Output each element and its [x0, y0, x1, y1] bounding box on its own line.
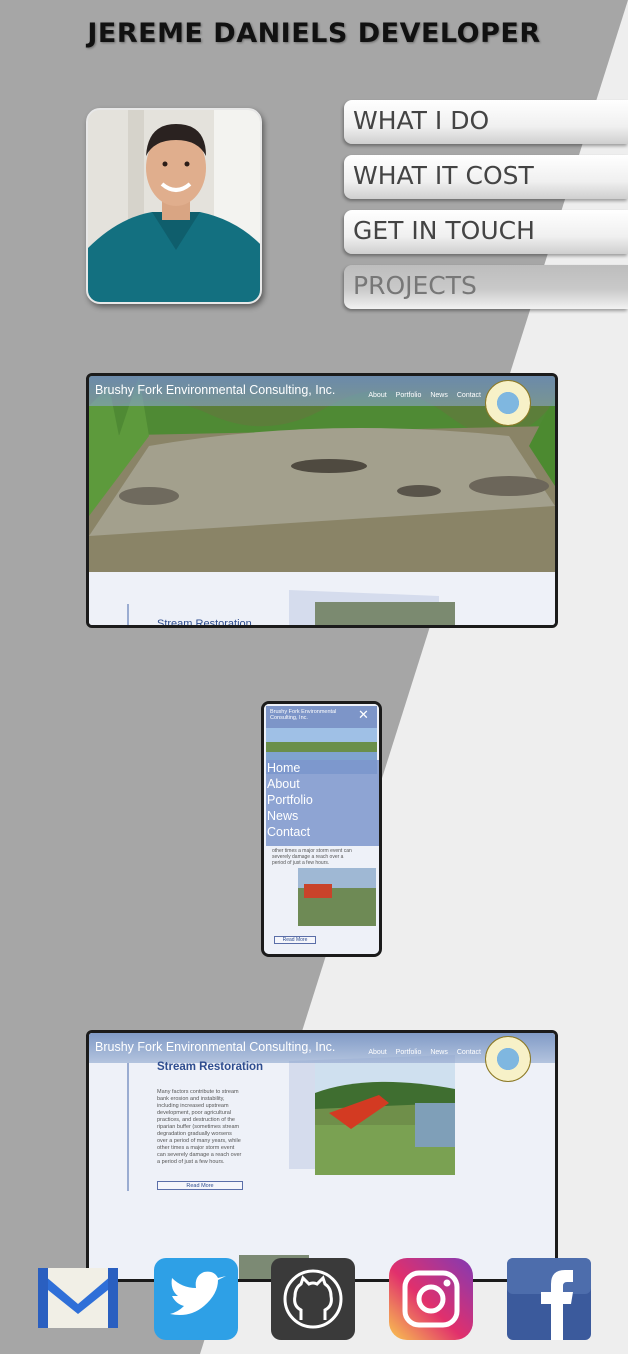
- site-link-about[interactable]: About: [368, 392, 386, 399]
- read-more-button[interactable]: Read More: [157, 1181, 243, 1190]
- nav-what-i-do[interactable]: WHAT I DO: [344, 100, 628, 144]
- mail-icon[interactable]: [36, 1258, 120, 1340]
- main-nav: WHAT I DO WHAT IT COST GET IN TOUCH PROJ…: [344, 100, 628, 320]
- nav-get-in-touch[interactable]: GET IN TOUCH: [344, 210, 628, 254]
- project-desktop-screenshot[interactable]: Brushy Fork Environmental Consulting, In…: [86, 373, 558, 628]
- site-link-news[interactable]: News: [430, 392, 448, 399]
- mobile-menu-about[interactable]: About: [266, 776, 379, 792]
- site-links: About Portfolio News Contact: [359, 1049, 481, 1056]
- section-title: Stream Restoration: [157, 1061, 264, 1073]
- project-mobile-screenshot[interactable]: Brushy Fork Environmental Consulting, In…: [261, 701, 382, 957]
- github-icon[interactable]: [271, 1258, 355, 1340]
- company-logo-icon: [485, 380, 531, 426]
- nav-projects[interactable]: PROJECTS: [344, 265, 628, 309]
- site-link-news[interactable]: News: [430, 1049, 448, 1056]
- site-link-portfolio[interactable]: Portfolio: [396, 1049, 422, 1056]
- twitter-icon[interactable]: [154, 1258, 238, 1340]
- mobile-menu: Home About Portfolio News Contact: [266, 760, 379, 846]
- mobile-body-text: other times a major storm event can seve…: [272, 848, 352, 866]
- mobile-menu-contact[interactable]: Contact: [266, 824, 379, 840]
- mobile-menu-news[interactable]: News: [266, 808, 379, 824]
- project-desktop-article-screenshot[interactable]: Brushy Fork Environmental Consulting, In…: [86, 1030, 558, 1282]
- site-link-contact[interactable]: Contact: [457, 1049, 481, 1056]
- article-body-text: Many factors contribute to stream bank e…: [157, 1089, 242, 1165]
- site-link-about[interactable]: About: [368, 1049, 386, 1056]
- site-link-contact[interactable]: Contact: [457, 392, 481, 399]
- mobile-menu-home[interactable]: Home: [266, 760, 379, 776]
- site-links: About Portfolio News Contact: [359, 392, 481, 399]
- close-icon[interactable]: ✕: [358, 708, 369, 723]
- instagram-icon[interactable]: [389, 1258, 473, 1340]
- site-link-portfolio[interactable]: Portfolio: [396, 392, 422, 399]
- section-title: Stream Restoration: [157, 618, 252, 628]
- mobile-site-name: Brushy Fork Environmental Consulting, In…: [270, 709, 337, 721]
- company-logo-icon: [485, 1036, 531, 1082]
- site-name: Brushy Fork Environmental Consulting, In…: [95, 383, 336, 397]
- facebook-icon[interactable]: [507, 1258, 591, 1340]
- nav-what-it-cost[interactable]: WHAT IT COST: [344, 155, 628, 199]
- page-title: JEREME DANIELS DEVELOPER: [87, 18, 541, 49]
- site-name: Brushy Fork Environmental Consulting, In…: [95, 1040, 336, 1054]
- mobile-menu-portfolio[interactable]: Portfolio: [266, 792, 379, 808]
- mobile-read-more-button[interactable]: Read More: [274, 936, 316, 944]
- profile-photo: [86, 108, 262, 304]
